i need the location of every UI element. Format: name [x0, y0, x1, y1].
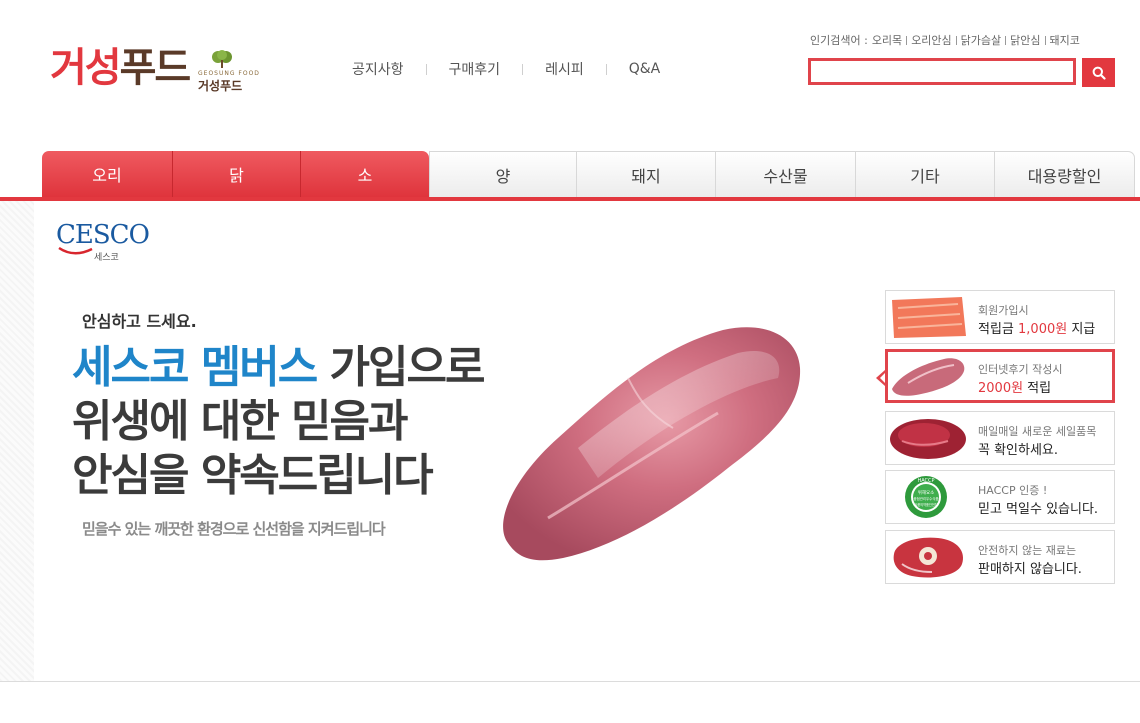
salmon-image — [888, 294, 968, 340]
headline-highlight: 세스코 멤버스 — [72, 342, 318, 393]
benefit-detail: 꼭 확인하세요. — [978, 439, 1058, 458]
tab-beef[interactable]: 소 — [300, 151, 429, 197]
tab-etc[interactable]: 기타 — [855, 151, 995, 197]
benefit-detail-text: 믿고 먹일수 있습니다. — [978, 502, 1099, 517]
haccp-center-text: 식품의약품안전처 — [914, 502, 938, 507]
benefit-review[interactable]: 인터넷후기 작성시 2000원 적립 — [885, 349, 1115, 403]
benefit-detail: 믿고 먹일수 있습니다. — [978, 498, 1098, 517]
benefit-amount: 1,000원 — [1018, 322, 1068, 337]
logo-sub-english: GEOSUNG FOOD — [198, 70, 260, 77]
side-pattern — [0, 201, 34, 681]
tab-lamb[interactable]: 양 — [429, 151, 577, 197]
cesco-logo: CESCO 세스코 — [56, 220, 150, 264]
logo-text-part2: 푸드 — [119, 45, 192, 91]
search-icon — [1092, 66, 1106, 80]
benefit-detail-text: 적립 — [1023, 381, 1052, 396]
tree-icon — [212, 50, 232, 68]
search-input[interactable] — [808, 58, 1076, 85]
headline-line-3: 안심을 약속드립니다 — [72, 450, 434, 501]
benefit-detail-text: 판매하지 않습니다. — [978, 562, 1082, 577]
nav-recipe[interactable]: 레시피 — [523, 59, 606, 79]
popular-keyword[interactable]: 돼지코 — [1046, 32, 1084, 48]
category-tabs: 오리 닭 소 양 돼지 수산물 기타 대용량할인 — [42, 151, 1135, 197]
swoosh-icon — [58, 246, 93, 255]
haccp-center-text: 위해요소 — [918, 489, 935, 496]
headline-line-1: 세스코 멤버스 가입으로 — [72, 342, 486, 394]
popular-keyword[interactable]: 닭안심 — [1006, 32, 1044, 48]
benefit-title: 회원가입시 — [978, 304, 1029, 317]
logo-sub-korean: 거성푸드 — [198, 79, 243, 93]
benefit-title: 매일매일 새로운 세일품목 — [978, 425, 1097, 438]
search-button[interactable] — [1082, 58, 1115, 87]
meat-image — [888, 353, 968, 399]
tab-bulk-discount[interactable]: 대용량할인 — [994, 151, 1135, 197]
tab-seafood[interactable]: 수산물 — [715, 151, 856, 197]
benefit-detail: 2000원 적립 — [978, 377, 1051, 396]
logo-wordmark: 거성푸드 — [50, 44, 192, 92]
benefit-detail: 적립금 1,000원 지급 — [978, 318, 1095, 337]
haccp-center-text: 중점관리우수식품 — [914, 496, 939, 501]
nav-reviews[interactable]: 구매후기 — [427, 59, 523, 79]
benefit-signup[interactable]: 회원가입시 적립금 1,000원 지급 — [885, 290, 1115, 344]
benefit-title: 인터넷후기 작성시 — [978, 363, 1063, 376]
cesco-korean: 세스코 — [94, 253, 119, 263]
benefit-title: HACCP 인증 ! — [978, 484, 1048, 497]
tab-pork[interactable]: 돼지 — [576, 151, 716, 197]
benefit-title: 안전하지 않는 재료는 — [978, 544, 1077, 557]
popular-search-keywords: 인기검색어 : 오리목 오리안심 닭가슴살 닭안심 돼지코 — [810, 32, 1084, 48]
benefit-detail-text: 지급 — [1067, 322, 1096, 337]
benefit-daily-sale[interactable]: 매일매일 새로운 세일품목 꼭 확인하세요. — [885, 411, 1115, 465]
raw-meat-image — [503, 327, 801, 561]
benefit-detail: 판매하지 않습니다. — [978, 558, 1082, 577]
bone-meat-image — [888, 534, 968, 580]
benefit-safe-ingredients[interactable]: 안전하지 않는 재료는 판매하지 않습니다. — [885, 530, 1115, 584]
logo-emblem: GEOSUNG FOOD 거성푸드 — [196, 50, 259, 93]
headline-subline: 믿을수 있는 깨끗한 환경으로 신선함을 지켜드립니다 — [82, 520, 386, 538]
headline-intro: 안심하고 드세요. — [82, 312, 197, 331]
popular-keyword[interactable]: 오리목 — [868, 32, 906, 48]
haccp-seal: HACCP 위해요소 중점관리우수식품 식품의약품안전처 — [888, 474, 968, 520]
nav-notice[interactable]: 공지사항 — [330, 59, 426, 79]
popular-keyword[interactable]: 닭가슴살 — [957, 32, 1005, 48]
haccp-ring-text: HACCP — [917, 478, 934, 484]
logo-text-part1: 거성 — [50, 45, 122, 91]
nav-qna[interactable]: Q&A — [607, 61, 683, 77]
headline-line-2: 위생에 대한 믿음과 — [72, 396, 408, 447]
beef-image — [888, 415, 968, 461]
benefit-amount: 2000원 — [978, 381, 1024, 396]
benefit-detail-text: 꼭 확인하세요. — [978, 443, 1059, 458]
benefit-detail-text: 적립금 — [978, 322, 1019, 337]
benefit-haccp[interactable]: HACCP 위해요소 중점관리우수식품 식품의약품안전처 HACCP 인증 ! … — [885, 470, 1115, 524]
site-logo[interactable]: 거성푸드 GEOSUNG FOOD 거성푸드 — [50, 44, 259, 93]
tab-chicken[interactable]: 닭 — [172, 151, 300, 197]
banner-bottom-divider — [0, 681, 1140, 682]
tab-duck[interactable]: 오리 — [42, 151, 172, 197]
top-nav: 공지사항 구매후기 레시피 Q&A — [330, 58, 682, 80]
popular-search-label: 인기검색어 : — [810, 34, 868, 47]
popular-keyword[interactable]: 오리안심 — [907, 32, 955, 48]
headline-line-1-rest: 가입으로 — [316, 342, 486, 393]
